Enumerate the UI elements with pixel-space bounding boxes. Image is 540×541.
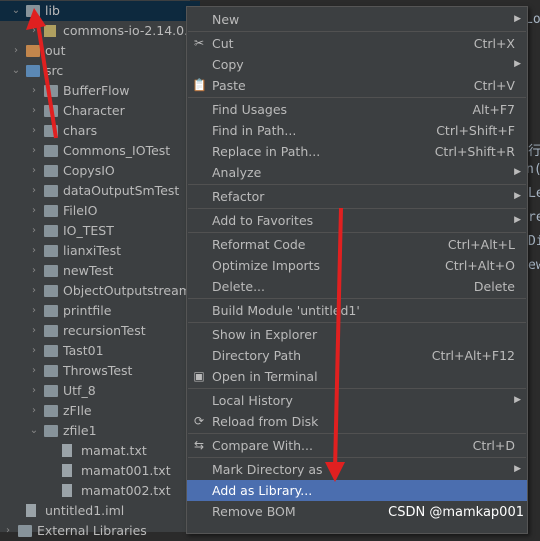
red-arrow-up	[36, 23, 58, 139]
watermark: CSDN @mamkap001	[388, 505, 524, 520]
red-arrow-down-head	[325, 462, 345, 482]
red-arrow-up-head	[26, 8, 46, 30]
red-arrow-down	[333, 207, 343, 471]
annotation-arrows	[26, 8, 345, 482]
